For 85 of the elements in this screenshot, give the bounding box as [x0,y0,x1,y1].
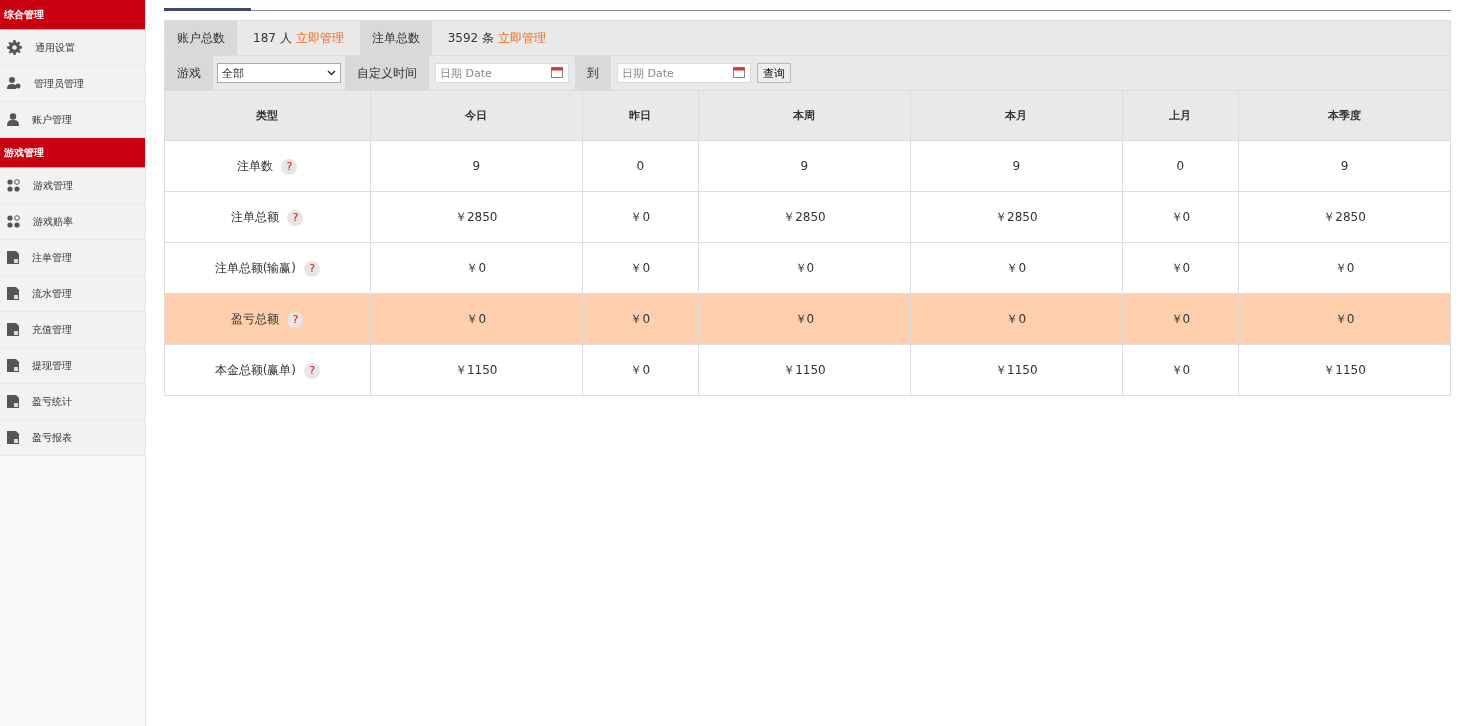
table-cell: 盈亏总额 [231,311,280,326]
users-icon [7,77,21,90]
help-icon[interactable]: ? [304,260,321,277]
table-cell: ￥0 [698,293,911,345]
column-header: 类型 [164,90,371,141]
date-field[interactable]: 日期 Date [617,63,751,83]
stat-label: 注单总数 [359,21,432,55]
table-cell: ￥0 [1122,344,1239,396]
calendar-icon [551,66,563,78]
table-cell: ￥0 [582,242,699,294]
sidebar-item[interactable]: 管理员管理 [0,66,145,102]
help-icon[interactable]: ? [287,209,304,226]
table-cell: ￥0 [1238,293,1451,345]
document-icon [7,359,19,372]
sidebar-item[interactable]: 通用设置 [0,30,145,66]
table-cell: ￥2850 [698,191,911,243]
table-cell: ￥2850 [370,191,583,243]
apps-icon [7,215,20,228]
table-cell: 9 [910,140,1123,192]
sidebar-item[interactable]: 盈亏统计 [0,384,145,420]
column-header: 今日 [370,90,583,141]
table-cell: ￥0 [582,293,699,345]
table-cell: ￥2850 [1238,191,1451,243]
table-cell: ￥0 [582,191,699,243]
chevron-down-icon [327,70,336,76]
column-header: 本月 [910,90,1123,141]
table-cell: 9 [698,140,911,192]
column-header: 本周 [698,90,911,141]
time-label: 自定义时间 [345,56,429,90]
game-label: 游戏 [165,56,213,90]
table-cell: ￥0 [698,242,911,294]
sidebar-item[interactable]: 盈亏报表 [0,420,145,456]
calendar-icon [733,66,745,78]
table-cell: ￥1150 [1238,344,1451,396]
stat-value: 187 人 [253,29,292,47]
help-icon[interactable]: ? [281,158,298,175]
document-icon [7,395,19,408]
sidebar-item[interactable]: 游戏管理 [0,168,145,204]
table-cell: ￥1150 [698,344,911,396]
sidebar-group-title[interactable]: 游戏管理 [0,138,145,168]
table-cell: 注单总额 [231,209,280,224]
document-icon [7,431,19,444]
sidebar-item[interactable]: 账户管理 [0,102,145,138]
sidebar-group-title[interactable]: 综合管理 [0,0,145,30]
sidebar-item[interactable]: 流水管理 [0,276,145,312]
stat-label: 账户总数 [165,21,237,55]
table-cell: ￥1150 [370,344,583,396]
sidebar-item[interactable]: 充值管理 [0,312,145,348]
column-header: 昨日 [582,90,699,141]
table-cell: ￥0 [370,293,583,345]
apps-icon [7,179,20,192]
to-label: 到 [575,56,611,90]
table-cell: 9 [370,140,583,192]
table-cell: ￥0 [1122,293,1239,345]
document-icon [7,323,19,336]
date-field[interactable]: 日期 Date [435,63,569,83]
sidebar-item[interactable]: 提现管理 [0,348,145,384]
document-icon [7,251,19,264]
stat-value: 3592 条 [447,29,495,47]
settings-icon [7,40,22,55]
document-icon [7,287,19,300]
sidebar-item[interactable]: 游戏赔率 [0,204,145,240]
query-button[interactable]: 查询 [757,63,791,83]
table-cell: 注单总额(输赢) [214,260,297,275]
table-cell: 0 [582,140,699,192]
table-cell: 9 [1238,140,1451,192]
table-cell: ￥0 [910,293,1123,345]
table-cell: 0 [1122,140,1239,192]
table-cell: ￥0 [1122,242,1239,294]
table-cell: ￥0 [1122,191,1239,243]
sidebar-item[interactable]: 注单管理 [0,240,145,276]
table-cell: ￥0 [910,242,1123,294]
table-cell: 本金总额(赢单) [214,362,297,377]
user-icon [7,113,19,126]
table-cell: ￥0 [370,242,583,294]
table-cell: 注单数 [237,158,274,173]
column-header: 上月 [1122,90,1239,141]
table-cell: ￥1150 [910,344,1123,396]
game-select[interactable]: 全部 [217,63,341,83]
table-cell: ￥0 [582,344,699,396]
table-cell: ￥0 [1238,242,1451,294]
column-header: 本季度 [1238,90,1451,141]
table-cell: ￥2850 [910,191,1123,243]
help-icon[interactable]: ? [287,311,304,328]
help-icon[interactable]: ? [304,362,321,379]
